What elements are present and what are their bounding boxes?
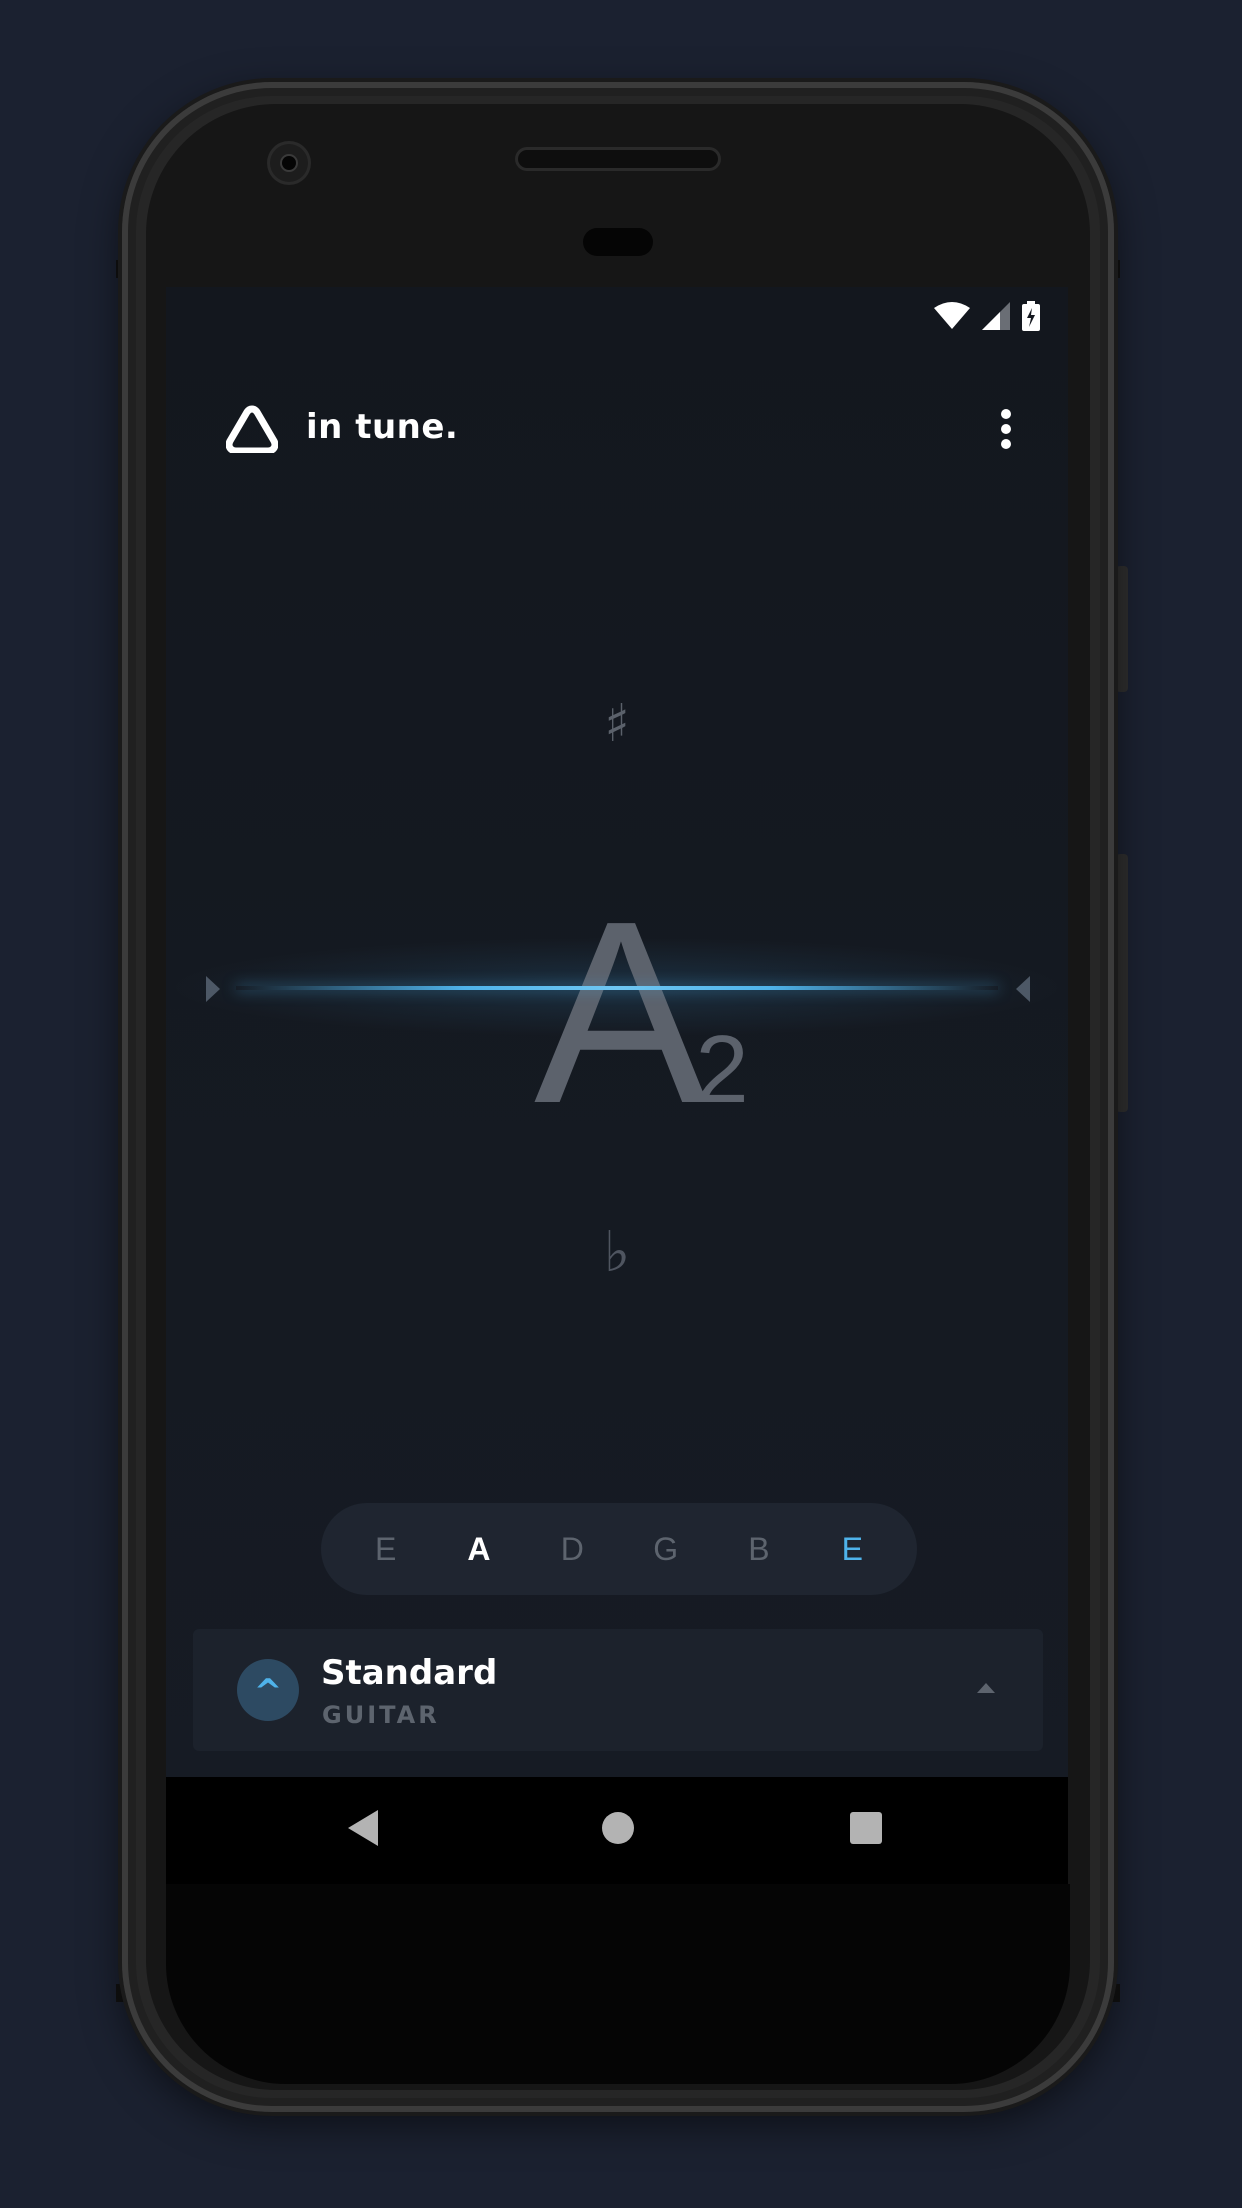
expand-caret-icon[interactable] (977, 1683, 995, 1693)
sharp-indicator: ♯ (604, 694, 630, 754)
app-title: in tune. (306, 407, 459, 447)
string-selector: E A D G B E (321, 1503, 917, 1595)
pitch-indicator-line (236, 986, 998, 990)
volume-button (1116, 854, 1128, 1112)
wifi-icon (934, 302, 970, 329)
triangle-logo-icon (226, 405, 278, 453)
right-marker-icon (1016, 976, 1030, 1002)
navigation-bar (166, 1777, 1068, 1884)
string-key-a[interactable]: A (449, 1531, 509, 1568)
proximity-sensor (583, 228, 653, 256)
back-icon[interactable] (348, 1810, 378, 1846)
tuning-icon: ^ (237, 1659, 299, 1721)
earpiece-speaker (518, 150, 718, 168)
phone-chin (166, 1884, 1070, 2084)
device-stage: in tune. ♯ A2 ♭ E A D G B E ^ Standard G… (0, 0, 1242, 2208)
tuning-instrument: GUITAR (322, 1701, 440, 1729)
note-octave: 2 (695, 1016, 749, 1123)
left-marker-icon (206, 976, 220, 1002)
recents-icon[interactable] (850, 1812, 882, 1844)
battery-charging-icon (1022, 301, 1040, 331)
app-screen: in tune. ♯ A2 ♭ E A D G B E ^ Standard G… (166, 287, 1068, 1884)
front-camera (270, 144, 308, 182)
status-bar (166, 287, 1068, 343)
string-key-g[interactable]: G (636, 1531, 696, 1568)
string-key-d[interactable]: D (542, 1531, 602, 1568)
home-icon[interactable] (602, 1812, 634, 1844)
string-key-e-high[interactable]: E (822, 1531, 882, 1568)
tuning-name: Standard (321, 1653, 498, 1693)
power-button (1116, 566, 1128, 692)
string-key-e-low[interactable]: E (356, 1531, 416, 1568)
more-vert-icon[interactable] (994, 409, 1018, 449)
note-letter: A (534, 868, 708, 1158)
status-icons (934, 301, 1040, 331)
cellular-signal-icon (982, 302, 1010, 330)
string-key-b[interactable]: B (729, 1531, 789, 1568)
flat-indicator: ♭ (603, 1220, 631, 1285)
detected-note: A2 (534, 883, 761, 1143)
app-bar: in tune. (166, 387, 1068, 467)
tuning-selector[interactable]: ^ Standard GUITAR (193, 1629, 1043, 1751)
